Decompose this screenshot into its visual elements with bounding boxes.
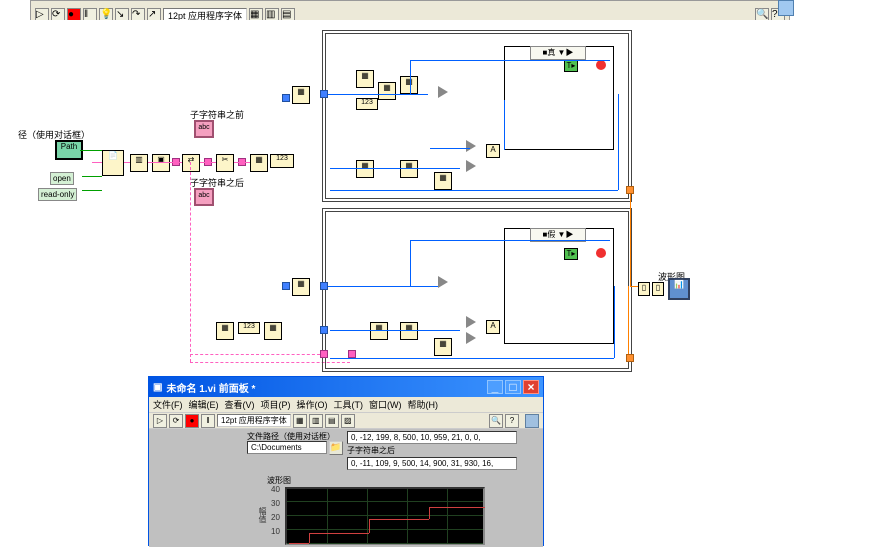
compare-u3[interactable] bbox=[466, 160, 476, 172]
node-l3[interactable]: ▦ bbox=[264, 322, 282, 340]
node-u2[interactable]: ▦ bbox=[356, 70, 374, 88]
case-structure-lower[interactable] bbox=[504, 228, 614, 344]
stop-terminal-lower[interactable] bbox=[596, 248, 606, 258]
split-node[interactable]: ✂ bbox=[216, 154, 234, 172]
compare-u2[interactable] bbox=[466, 140, 476, 152]
loop-up-in bbox=[282, 94, 290, 102]
ytick-10: 10 bbox=[271, 527, 280, 536]
term-lp2 bbox=[348, 350, 356, 358]
compare-l1[interactable] bbox=[438, 276, 448, 288]
node-l1[interactable]: ▦ bbox=[292, 278, 310, 296]
fp-menu-win[interactable]: 窗口(W) bbox=[369, 398, 402, 411]
node-u3[interactable]: ▦ bbox=[378, 82, 396, 100]
close-node[interactable]: ▣ bbox=[152, 154, 170, 172]
case-selector-upper[interactable]: ■真 ▼▶ bbox=[530, 46, 586, 60]
close-button[interactable]: × bbox=[523, 380, 539, 394]
vi-icon[interactable] bbox=[778, 0, 794, 16]
fp-menu: 文件(F) 编辑(E) 查看(V) 项目(P) 操作(O) 工具(T) 窗口(W… bbox=[149, 397, 543, 413]
term-o2 bbox=[626, 354, 634, 362]
n123-l1[interactable]: 123 bbox=[238, 322, 260, 334]
node-u6[interactable]: ▦ bbox=[400, 160, 418, 178]
stop-lower[interactable]: T▸ bbox=[564, 248, 578, 260]
fp-pause-button[interactable]: ‖ bbox=[201, 414, 215, 428]
fp-menu-view[interactable]: 查看(V) bbox=[225, 398, 255, 411]
fp-font-selector[interactable]: 12pt 应用程序字体 bbox=[217, 414, 291, 427]
window-title: 未命名 1.vi 前面板 * bbox=[166, 380, 255, 395]
and-l1[interactable]: A bbox=[486, 320, 500, 334]
abc-icon-2: abc bbox=[198, 192, 209, 199]
compare-u1[interactable] bbox=[438, 86, 448, 98]
maximize-button[interactable]: □ bbox=[505, 380, 521, 394]
sub-before-indicator[interactable]: abc bbox=[194, 120, 214, 138]
merge-node-2[interactable]: ▯ bbox=[652, 282, 664, 296]
minimize-button[interactable]: _ bbox=[487, 380, 503, 394]
fp-toolbar: ▷ ⟳ ● ‖ 12pt 应用程序字体 ▦ ▥ ▤ ▨ 🔍 ? bbox=[149, 413, 543, 429]
node-u1[interactable]: ▦ bbox=[292, 86, 310, 104]
fp-canvas[interactable]: 文件路径（使用对话框） C:\Documents 📁 0, -12, 199, … bbox=[149, 429, 543, 547]
ytick-30: 30 bbox=[271, 499, 280, 508]
fp-menu-help[interactable]: 帮助(H) bbox=[408, 398, 439, 411]
fp-path-field[interactable]: C:\Documents bbox=[247, 441, 327, 454]
fp-help-button[interactable]: ? bbox=[505, 414, 519, 428]
read-node[interactable]: ▥ bbox=[130, 154, 148, 172]
ylabel: 幅值 bbox=[257, 507, 268, 523]
fp-align-button[interactable]: ▦ bbox=[293, 414, 307, 428]
compare-l2[interactable] bbox=[466, 316, 476, 328]
node-u5[interactable]: ▦ bbox=[356, 160, 374, 178]
and-u1[interactable]: A bbox=[486, 144, 500, 158]
conv-node-1[interactable]: ⇄ bbox=[182, 154, 200, 172]
fp-menu-tool[interactable]: 工具(T) bbox=[334, 398, 364, 411]
loop-up-tunnel bbox=[320, 90, 328, 98]
abc-icon: abc bbox=[198, 124, 209, 131]
conv-node-2[interactable]: ▦ bbox=[250, 154, 268, 172]
stop-terminal-upper[interactable] bbox=[596, 60, 606, 70]
sub-after-indicator[interactable]: abc bbox=[194, 188, 214, 206]
fp-vi-icon[interactable] bbox=[525, 414, 539, 428]
fp-arr2[interactable]: 0, -11, 109, 9, 500, 14, 900, 31, 930, 1… bbox=[347, 457, 517, 470]
fp-run-button[interactable]: ▷ bbox=[153, 414, 167, 428]
open-const[interactable]: open bbox=[50, 172, 74, 185]
n123-node-1[interactable]: 123 bbox=[270, 154, 294, 168]
node-u7[interactable]: ▦ bbox=[434, 172, 452, 190]
merge-node-1[interactable]: ▯ bbox=[638, 282, 650, 296]
front-panel-window[interactable]: ▣ 未命名 1.vi 前面板 * _ □ × 文件(F) 编辑(E) 查看(V)… bbox=[148, 376, 544, 546]
titlebar[interactable]: ▣ 未命名 1.vi 前面板 * _ □ × bbox=[149, 377, 543, 397]
fp-menu-edit[interactable]: 编辑(E) bbox=[189, 398, 219, 411]
waveform-indicator[interactable]: 📊 bbox=[668, 278, 690, 300]
stop-upper[interactable]: T▸ bbox=[564, 60, 578, 72]
fp-distribute-button[interactable]: ▥ bbox=[309, 414, 323, 428]
fp-abort-button[interactable]: ● bbox=[185, 414, 199, 428]
node-l6[interactable]: ▦ bbox=[400, 322, 418, 340]
fp-arr1[interactable]: 0, -12, 199, 8, 500, 10, 959, 21, 0, 0, bbox=[347, 431, 517, 444]
loop-low-tunnel bbox=[320, 282, 328, 290]
ytick-20: 20 bbox=[271, 513, 280, 522]
fp-menu-file[interactable]: 文件(F) bbox=[153, 398, 183, 411]
waveform-chart[interactable] bbox=[285, 487, 485, 545]
path-control[interactable]: Path bbox=[55, 140, 83, 160]
readonly-const[interactable]: read-only bbox=[38, 188, 77, 201]
file-open-node[interactable]: 📄 bbox=[102, 150, 124, 176]
n123-u1[interactable]: 123 bbox=[356, 98, 378, 110]
node-l7[interactable]: ▦ bbox=[434, 338, 452, 356]
fp-search-button[interactable]: 🔍 bbox=[489, 414, 503, 428]
ytick-40: 40 bbox=[271, 485, 280, 494]
loop-low-tunnel2 bbox=[320, 326, 328, 334]
fp-runcont-button[interactable]: ⟳ bbox=[169, 414, 183, 428]
window-icon: ▣ bbox=[153, 382, 162, 393]
compare-l3[interactable] bbox=[466, 332, 476, 344]
node-l5[interactable]: ▦ bbox=[370, 322, 388, 340]
fp-reorder-button[interactable]: ▨ bbox=[341, 414, 355, 428]
fp-resize-button[interactable]: ▤ bbox=[325, 414, 339, 428]
node-u4[interactable]: ▦ bbox=[400, 76, 418, 94]
fp-menu-op[interactable]: 操作(O) bbox=[297, 398, 328, 411]
fp-subafter-label: 子字符串之后 bbox=[347, 445, 395, 456]
path-control-label: Path bbox=[61, 142, 77, 151]
fp-menu-proj[interactable]: 项目(P) bbox=[261, 398, 291, 411]
term-o1 bbox=[626, 186, 634, 194]
loop-low-in bbox=[282, 282, 290, 290]
browse-button[interactable]: 📁 bbox=[329, 441, 343, 455]
term-lp1 bbox=[320, 350, 328, 358]
node-l2[interactable]: ▦ bbox=[216, 322, 234, 340]
